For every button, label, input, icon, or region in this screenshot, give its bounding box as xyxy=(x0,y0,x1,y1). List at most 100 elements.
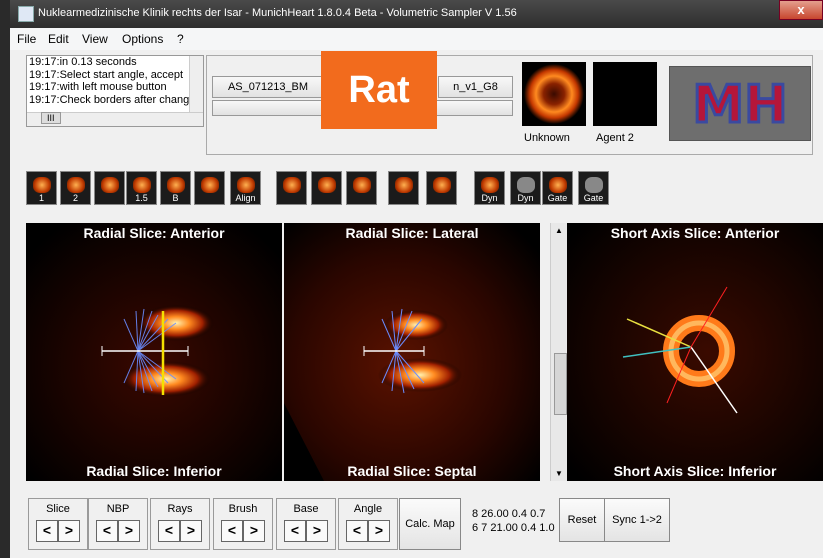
toolbar-button-label: B xyxy=(172,193,179,203)
align-icon xyxy=(237,177,255,193)
zoom-icon xyxy=(133,177,151,193)
toolbar-button-10[interactable] xyxy=(346,171,377,205)
toolbar-button-8[interactable] xyxy=(276,171,307,205)
base-next-button[interactable]: > xyxy=(306,520,328,542)
view-2-bottom-label: Radial Slice: Septal xyxy=(347,463,477,479)
toolbar-button-16[interactable]: Gate xyxy=(578,171,609,205)
control-group-label: Brush xyxy=(228,503,258,515)
log-line: 19:17:Check borders after chang xyxy=(29,93,190,106)
view-3-bottom-label: Short Axis Slice: Inferior xyxy=(613,463,777,479)
menu-edit[interactable]: Edit xyxy=(48,32,69,46)
toolbar-button-label: Dyn xyxy=(517,193,534,203)
toolbar-button-9[interactable] xyxy=(311,171,342,205)
toolbar-button-label: 1 xyxy=(38,193,44,203)
study-name-field-right[interactable]: n_v1_G8 xyxy=(438,76,513,98)
brush-next-button[interactable]: > xyxy=(243,520,265,542)
toolbar: 1 2 1.5 B Align Dyn Dyn Gate Gate xyxy=(26,171,648,207)
toolbar-button-12[interactable] xyxy=(426,171,457,205)
log-line: 19:17:with left mouse button xyxy=(29,81,167,93)
rays-prev-button[interactable]: < xyxy=(158,520,180,542)
polar-map-thumbnail[interactable] xyxy=(522,62,586,126)
window-title: Nuklearmedizinische Klinik rechts der Is… xyxy=(38,7,517,19)
logo-text: MH xyxy=(692,75,787,135)
toolbar-button-11[interactable] xyxy=(388,171,419,205)
title-bar: Nuklearmedizinische Klinik rechts der Is… xyxy=(10,0,823,28)
angle-next-button[interactable]: > xyxy=(368,520,390,542)
log-horizontal-scrollbar[interactable]: III xyxy=(27,112,203,126)
menu-help[interactable]: ? xyxy=(177,32,184,46)
control-group-label: Slice xyxy=(46,503,70,515)
control-group-slice: Slice < > xyxy=(28,498,88,550)
menu-file[interactable]: File xyxy=(17,32,36,46)
monitor-icon xyxy=(433,177,451,193)
toolbar-button-label: Gate xyxy=(583,193,604,203)
log-vertical-scrollbar[interactable] xyxy=(189,56,203,112)
toolbar-button-14[interactable]: Dyn xyxy=(510,171,541,205)
toolbar-button-2[interactable]: 2 xyxy=(60,171,91,205)
volume-box-icon xyxy=(101,177,119,193)
radial-slice-view-2[interactable]: Radial Slice: Lateral Radial Slice: Sept… xyxy=(284,223,540,481)
magnify-icon xyxy=(353,177,371,193)
gate-disabled-icon xyxy=(585,177,603,193)
calc-map-button[interactable]: Calc. Map xyxy=(399,498,461,550)
control-group-label: NBP xyxy=(106,503,130,515)
radial-slice-view-1[interactable]: Radial Slice: Anterior Radial Slice: Inf… xyxy=(26,223,282,481)
reset-button[interactable]: Reset xyxy=(559,498,605,542)
toolbar-button-13[interactable]: Dyn xyxy=(474,171,505,205)
toolbar-button-label: 1.5 xyxy=(135,193,148,203)
grid-icon xyxy=(395,177,413,193)
dyn-disabled-icon xyxy=(517,177,535,193)
readout-line-1: 8 26.00 0.4 0.7 xyxy=(472,508,546,520)
log-line: 19:17:in 0.13 seconds xyxy=(29,56,137,68)
heart-open-icon xyxy=(201,177,219,193)
study-name-field[interactable]: AS_071213_BM xyxy=(212,76,324,98)
gate-icon xyxy=(549,177,567,193)
nbp-next-button[interactable]: > xyxy=(118,520,140,542)
control-group-label: Base xyxy=(293,503,319,515)
log-scroll-thumb[interactable]: III xyxy=(41,112,61,124)
slice-next-button[interactable]: > xyxy=(58,520,80,542)
toolbar-button-label: Align xyxy=(235,193,256,203)
brush-prev-button[interactable]: < xyxy=(221,520,243,542)
rays-next-button[interactable]: > xyxy=(180,520,202,542)
heart-arrow-icon xyxy=(283,177,301,193)
toolbar-button-4[interactable]: 1.5 xyxy=(126,171,157,205)
log-box[interactable]: 19:17:in 0.13 seconds 19:17:Select start… xyxy=(26,55,204,127)
dyn-icon xyxy=(481,177,499,193)
view-1-bottom-label: Radial Slice: Inferior xyxy=(86,463,222,479)
base-prev-button[interactable]: < xyxy=(284,520,306,542)
slice-prev-button[interactable]: < xyxy=(36,520,58,542)
menu-view[interactable]: View xyxy=(82,32,108,46)
toolbar-button-6[interactable] xyxy=(194,171,225,205)
axis-icon xyxy=(167,177,185,193)
load-2-icon xyxy=(67,177,85,193)
menu-options[interactable]: Options xyxy=(122,32,163,46)
scroll-up-icon[interactable]: ▲ xyxy=(555,226,563,235)
sync-button[interactable]: Sync 1->2 xyxy=(604,498,670,542)
toolbar-button-5[interactable]: B xyxy=(160,171,191,205)
toolbar-button-3[interactable] xyxy=(94,171,125,205)
close-button[interactable]: x xyxy=(779,0,823,20)
agent-2-thumbnail[interactable] xyxy=(593,62,657,126)
scroll-down-icon[interactable]: ▼ xyxy=(555,469,563,478)
control-group-base: Base < > xyxy=(276,498,336,550)
scroll-thumb[interactable] xyxy=(554,353,567,415)
angle-prev-button[interactable]: < xyxy=(346,520,368,542)
agent-2-label: Agent 2 xyxy=(596,132,634,144)
toolbar-button-label: 2 xyxy=(72,193,78,203)
control-group-label: Rays xyxy=(167,503,193,515)
readout-line-2: 6 7 21.00 0.4 1.0 xyxy=(472,522,555,534)
view-3-top-label: Short Axis Slice: Anterior xyxy=(610,225,780,241)
short-axis-slice-view[interactable]: Short Axis Slice: Anterior Short Axis Sl… xyxy=(567,223,823,481)
app-icon xyxy=(18,6,34,22)
app-window: Nuklearmedizinische Klinik rechts der Is… xyxy=(10,0,823,558)
view-2-top-label: Radial Slice: Lateral xyxy=(345,225,479,241)
toolbar-button-7[interactable]: Align xyxy=(230,171,261,205)
control-group-angle: Angle < > xyxy=(338,498,398,550)
control-group-rays: Rays < > xyxy=(150,498,210,550)
control-group-nbp: NBP < > xyxy=(88,498,148,550)
nbp-prev-button[interactable]: < xyxy=(96,520,118,542)
toolbar-button-1[interactable]: 1 xyxy=(26,171,57,205)
log-line: 19:17:Select start angle, accept xyxy=(29,68,184,81)
toolbar-button-15[interactable]: Gate xyxy=(542,171,573,205)
